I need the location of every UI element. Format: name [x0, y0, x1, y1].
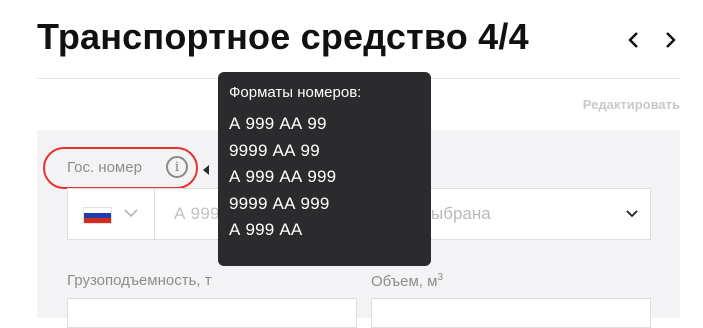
chevron-right-icon: [666, 32, 676, 48]
region-select-value: ыбрана: [431, 204, 491, 223]
plate-formats-list: А 999 АА 99 9999 АА 99 А 999 АА 999 9999…: [229, 111, 431, 244]
russia-flag-icon: [83, 207, 112, 224]
vehicle-form-page: Транспортное средство 4/4 Редактировать …: [0, 0, 703, 328]
edit-link[interactable]: Редактировать: [583, 97, 680, 112]
plate-format-item: А 999 АА: [229, 220, 303, 239]
plate-format-item: 9999 АА 99: [229, 140, 320, 160]
plate-format-item: 9999 АА 999: [229, 193, 330, 213]
plate-number-input[interactable]: А 999: [174, 204, 220, 224]
capacity-input[interactable]: [67, 298, 357, 328]
tooltip-title: Форматы номеров:: [229, 84, 362, 101]
plate-formats-tooltip: Форматы номеров: А 999 АА 99 9999 АА 99 …: [218, 72, 431, 266]
next-vehicle-button[interactable]: [660, 27, 680, 53]
country-select[interactable]: [68, 189, 155, 239]
capacity-label: Грузоподъемность, т: [67, 272, 212, 289]
page-title: Транспортное средство 4/4: [37, 16, 529, 57]
volume-label: Объем, м3: [371, 272, 443, 290]
chevron-down-icon: [626, 210, 638, 218]
chevron-down-icon: [124, 209, 138, 218]
volume-label-text: Объем, м: [371, 273, 438, 290]
info-icon[interactable]: i: [166, 156, 188, 178]
plate-format-item: А 999 АА 999: [229, 167, 337, 186]
plate-format-item: А 999 АА 99: [229, 114, 327, 133]
plate-number-label: Гос. номер: [67, 159, 142, 176]
tooltip-pointer: [203, 165, 209, 175]
prev-vehicle-button[interactable]: [624, 27, 644, 53]
volume-unit-power: 3: [437, 272, 444, 283]
chevron-left-icon: [628, 32, 638, 48]
volume-input[interactable]: [371, 298, 651, 328]
